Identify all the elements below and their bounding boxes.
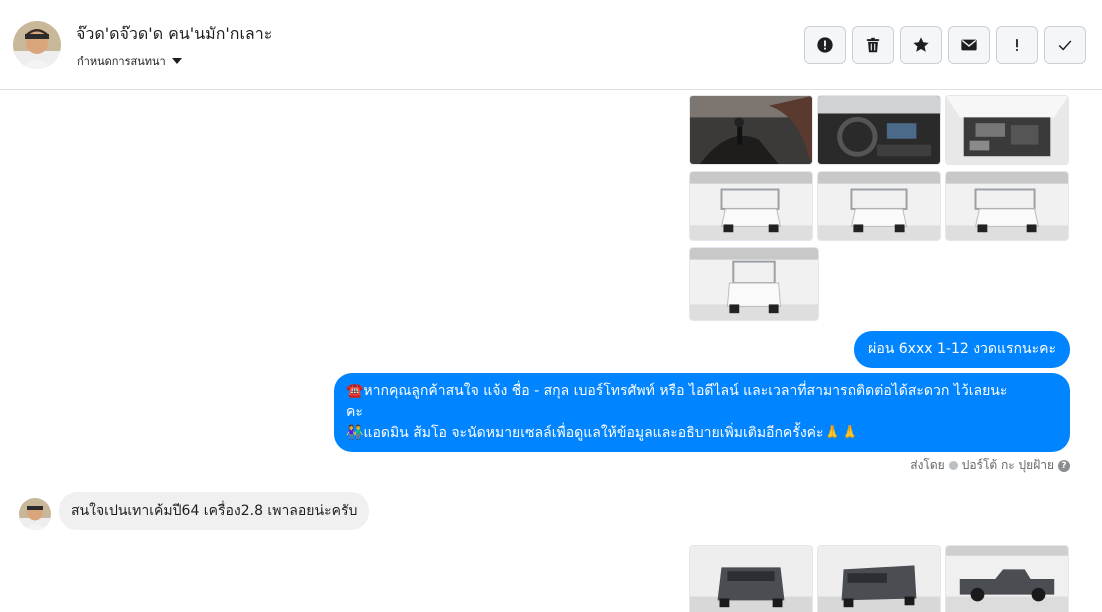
message-text: ผ่อน 6xxx 1-12 งวดแรกนะคะ — [868, 341, 1056, 357]
message-text: สนใจเปนเทาเค้มปี64 เครื่อง2.8 เพาลอยน่ะค… — [71, 503, 358, 519]
outgoing-message-bubble[interactable]: ผ่อน 6xxx 1-12 งวดแรกนะคะ — [854, 331, 1070, 368]
car-photo-white-front-2[interactable] — [817, 171, 941, 241]
mark-done-button[interactable] — [1044, 26, 1086, 64]
caret-down-icon — [171, 58, 182, 64]
help-icon[interactable]: ? — [1058, 459, 1070, 472]
conversation-header: จ๊วด'ดจ๊วด'ด คน'นมัก'กเลาะ กำหนดการสนทนา — [0, 0, 1102, 90]
message-line: คะ — [346, 404, 363, 420]
trash-icon — [866, 37, 880, 53]
checkmark-icon — [1058, 40, 1072, 51]
contact-avatar[interactable] — [13, 21, 61, 69]
message-line: ☎️หากคุณลูกค้าสนใจ แจ้ง ชื่อ - สกุล เบอร… — [346, 383, 1008, 399]
star-button[interactable] — [900, 26, 942, 64]
message-thread[interactable]: ผ่อน 6xxx 1-12 งวดแรกนะคะ ☎️หากคุณลูกค้า… — [0, 91, 1102, 612]
car-photo-grey-rear[interactable] — [689, 545, 813, 612]
mark-unread-button[interactable] — [948, 26, 990, 64]
car-photo-grey-rear-2[interactable] — [817, 545, 941, 612]
car-photo-white-rear[interactable] — [689, 247, 819, 321]
envelope-icon — [961, 39, 977, 51]
car-photo-grey-side[interactable] — [945, 545, 1069, 612]
conversation-settings-label: กำหนดการสนทนา — [77, 55, 166, 68]
car-photo-white-front[interactable] — [689, 171, 813, 241]
delete-button[interactable] — [852, 26, 894, 64]
sent-by-info: ส่งโดย ปอร์โต้ กะ ปุยฝ้าย ? — [910, 456, 1070, 475]
outgoing-message-bubble[interactable]: ☎️หากคุณลูกค้าสนใจ แจ้ง ชื่อ - สกุล เบอร… — [334, 373, 1070, 452]
car-photo-interior-gear[interactable] — [689, 95, 813, 165]
important-button[interactable] — [996, 26, 1038, 64]
contact-name[interactable]: จ๊วด'ดจ๊วด'ด คน'นมัก'กเลาะ — [76, 22, 272, 47]
customer-avatar[interactable] — [19, 498, 51, 530]
car-photo-dashboard[interactable] — [817, 95, 941, 165]
alert-circle-icon — [817, 37, 833, 53]
sent-by-label: ส่งโดย — [910, 458, 945, 472]
report-spam-button[interactable] — [804, 26, 846, 64]
conversation-actions — [804, 26, 1086, 64]
sent-by-name[interactable]: ปอร์โต้ กะ ปุยฝ้าย — [962, 456, 1054, 475]
star-icon — [913, 37, 929, 52]
conversation-settings-dropdown[interactable]: กำหนดการสนทนา — [77, 52, 182, 70]
car-photo-engine[interactable] — [945, 95, 1069, 165]
car-photo-white-front-3[interactable] — [945, 171, 1069, 241]
exclamation-icon — [1016, 39, 1018, 51]
sender-status-icon — [948, 461, 958, 470]
incoming-message-bubble[interactable]: สนใจเปนเทาเค้มปี64 เครื่อง2.8 เพาลอยน่ะค… — [59, 492, 370, 530]
message-line: 👫แอดมิน ส้มโอ จะนัดหมายเซลล์เพื่อดูแลให้… — [346, 425, 859, 441]
